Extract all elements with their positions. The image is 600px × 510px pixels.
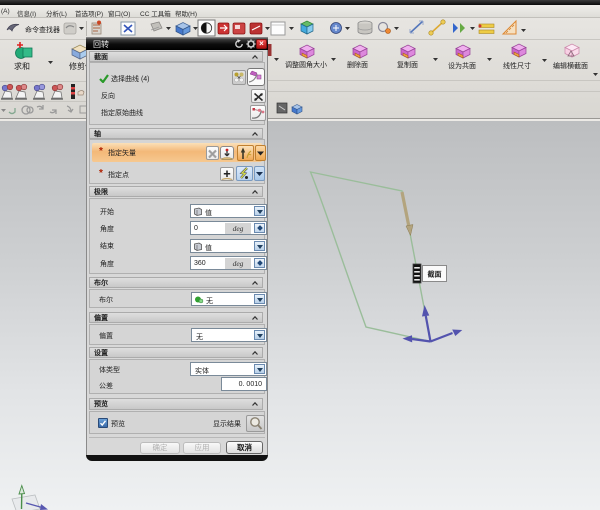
svg-text:截面: 截面 xyxy=(428,270,442,279)
